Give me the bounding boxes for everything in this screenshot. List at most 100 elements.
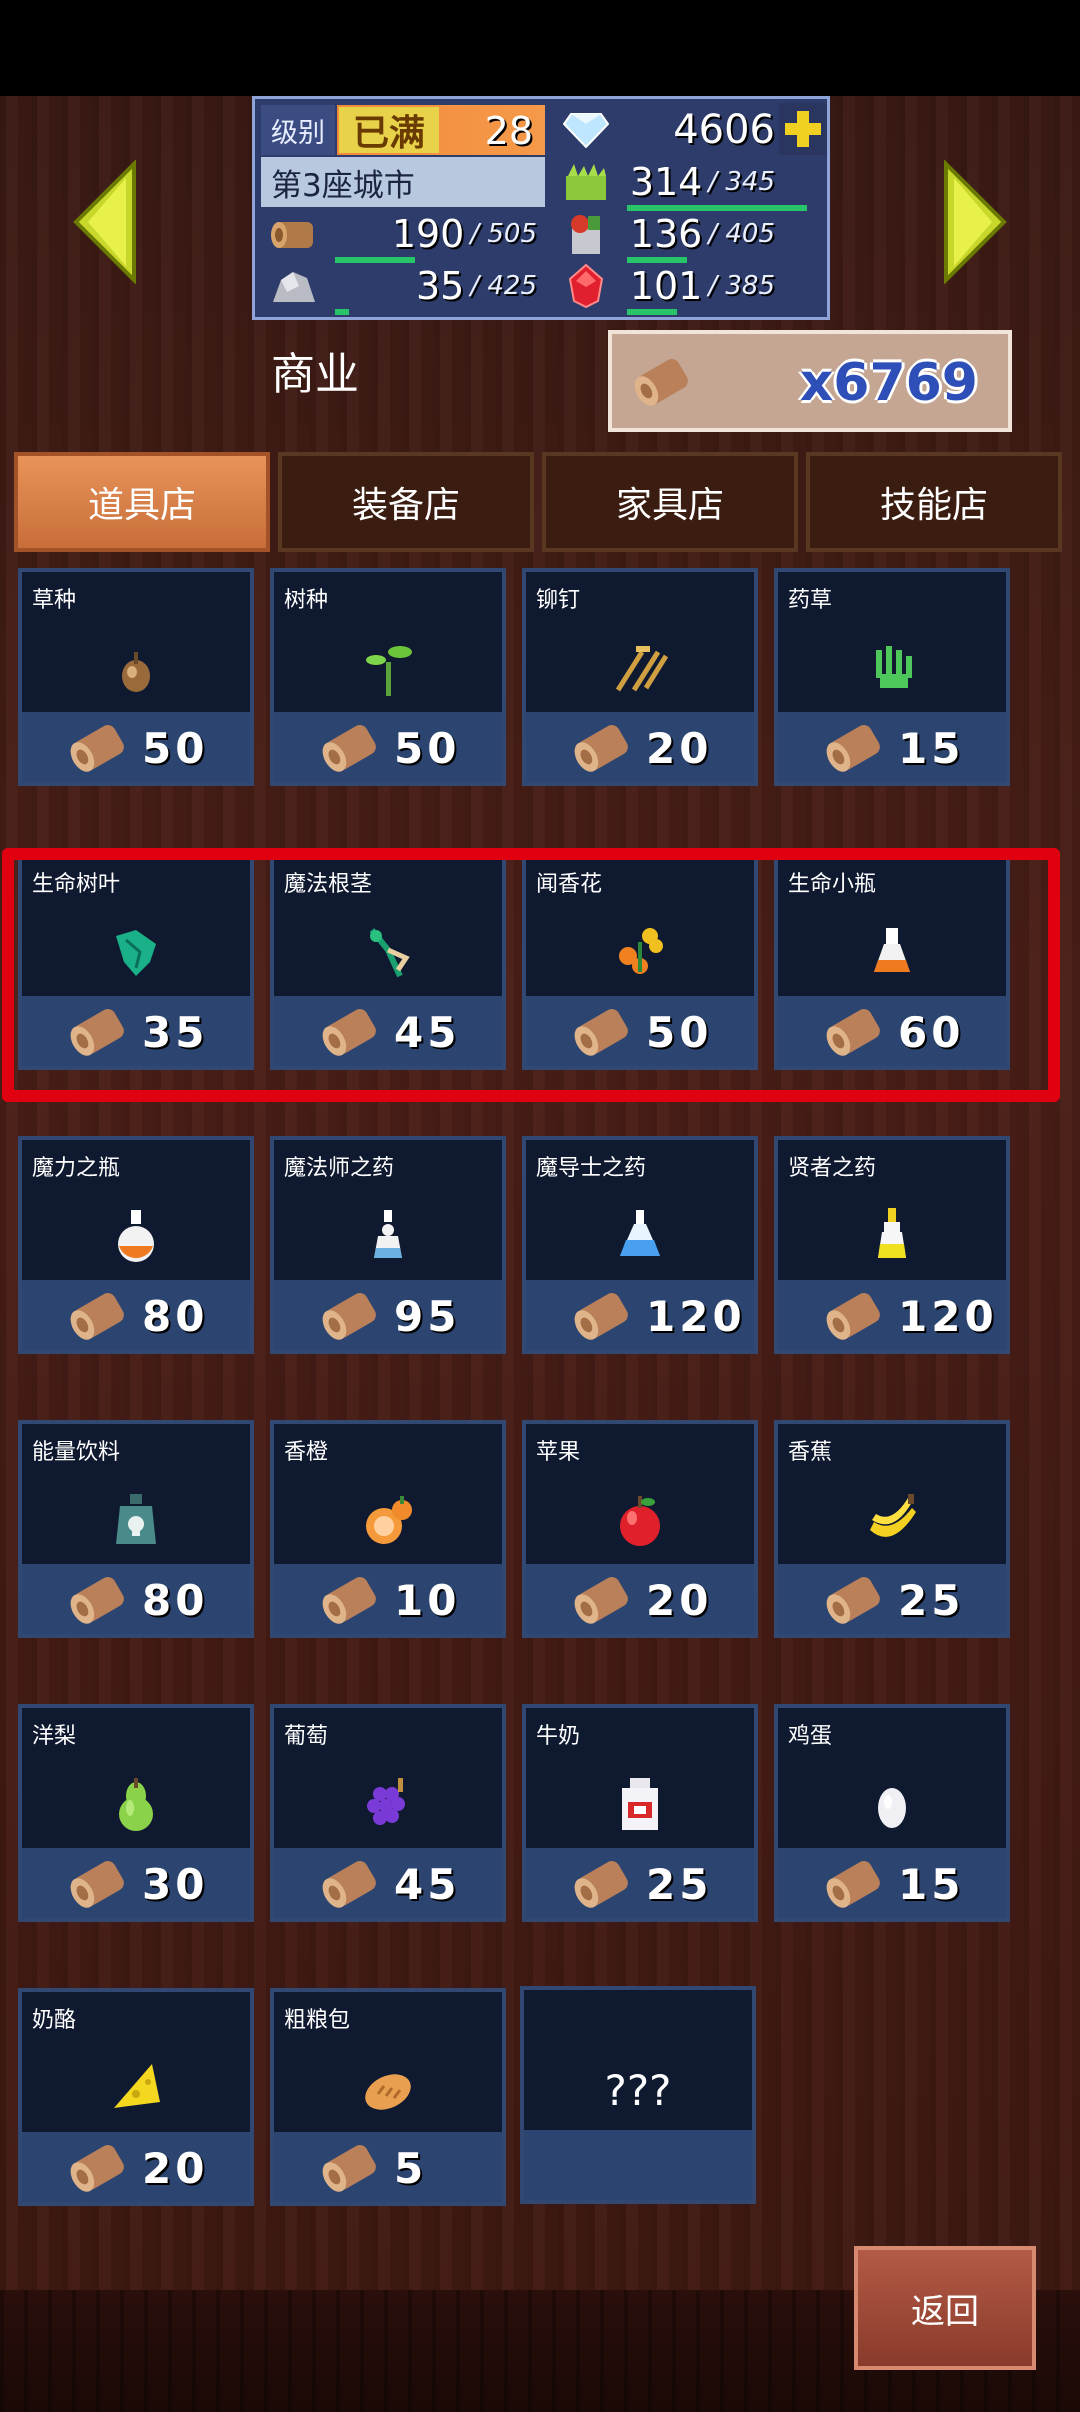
shop-item-card[interactable]: 香蕉 25 [774, 1420, 1010, 1638]
log-coin-icon [66, 2134, 130, 2202]
log-coin-icon [570, 998, 634, 1066]
log-coin-icon [318, 2134, 382, 2202]
item-name: 牛奶 [536, 1724, 581, 1749]
price-bar: 50 [274, 712, 502, 782]
shop-item-card[interactable]: 鸡蛋 15 [774, 1704, 1010, 1922]
shop-item-card[interactable]: 铆钉 20 [522, 568, 758, 786]
item-name: 魔导士之药 [536, 1156, 647, 1181]
sorcerer-potion-icon [604, 1200, 676, 1272]
item-name: 魔法根茎 [284, 872, 373, 897]
buy-gems-plus-icon[interactable] [779, 103, 827, 155]
item-price: 50 [142, 723, 209, 773]
shop-item-card[interactable]: 闻香花 50 [522, 852, 758, 1070]
log-coin-icon [822, 1282, 886, 1350]
shop-item-card[interactable]: 魔导士之药 120 [522, 1136, 758, 1354]
tab-furniture-shop[interactable]: 家具店 [542, 452, 798, 552]
log-coin-icon [318, 714, 382, 782]
item-price: 25 [898, 1575, 965, 1625]
item-price: 15 [898, 723, 965, 773]
price-bar: 30 [22, 1848, 250, 1918]
item-name: 奶酪 [32, 2008, 77, 2033]
item-price: 120 [898, 1291, 998, 1341]
price-bar: 20 [526, 712, 754, 782]
tab-equipment-shop[interactable]: 装备店 [278, 452, 534, 552]
item-name: 粗粮包 [284, 2008, 351, 2033]
shop-item-card[interactable]: 洋梨 30 [18, 1704, 254, 1922]
level-max-badge: 已满 [339, 107, 439, 154]
unknown-item-card[interactable]: ??? [520, 1986, 756, 2204]
herb-icon [856, 632, 928, 704]
shop-item-card[interactable]: 魔法根茎 45 [270, 852, 506, 1070]
gem-count: 4606 [673, 107, 775, 153]
prev-city-arrow-icon[interactable] [72, 159, 136, 285]
log-coin-icon [822, 714, 886, 782]
item-price: 45 [394, 1859, 461, 1909]
shop-item-card[interactable]: 草种 50 [18, 568, 254, 786]
shop-item-card[interactable]: 魔法师之药 95 [270, 1136, 506, 1354]
shop-item-card[interactable]: 生命小瓶 60 [774, 852, 1010, 1070]
shop-item-card[interactable]: 生命树叶 35 [18, 852, 254, 1070]
ruby-resource-icon [553, 261, 619, 311]
price-bar: 120 [526, 1280, 754, 1350]
pear-icon [100, 1768, 172, 1840]
life-potion-icon [856, 916, 928, 988]
price-bar: 15 [778, 712, 1006, 782]
diamond-icon [553, 105, 619, 155]
egg-icon [856, 1768, 928, 1840]
shop-item-card[interactable]: 苹果 20 [522, 1420, 758, 1638]
tab-skill-shop[interactable]: 技能店 [806, 452, 1062, 552]
shop-item-card[interactable]: 树种 50 [270, 568, 506, 786]
item-name: 葡萄 [284, 1724, 329, 1749]
item-price: 60 [898, 1007, 965, 1057]
price-bar: 45 [274, 996, 502, 1066]
price-bar: 45 [274, 1848, 502, 1918]
item-price: 20 [646, 1575, 713, 1625]
shop-title: 商业 [271, 349, 359, 400]
log-coin-icon [822, 1850, 886, 1918]
price-bar: 25 [526, 1848, 754, 1918]
shop-item-card[interactable]: 牛奶 25 [522, 1704, 758, 1922]
shop-item-card[interactable]: 能量饮料 80 [18, 1420, 254, 1638]
item-name: 草种 [32, 588, 77, 613]
item-price: 80 [142, 1291, 209, 1341]
log-coin-icon [570, 714, 634, 782]
item-name: 魔法师之药 [284, 1156, 395, 1181]
coin-balance: x6769 [799, 353, 978, 413]
item-price: 20 [646, 723, 713, 773]
item-name: 铆钉 [536, 588, 581, 613]
shop-item-card[interactable]: 药草 15 [774, 568, 1010, 786]
log-coin-icon [66, 998, 130, 1066]
shop-item-card[interactable]: 香橙 10 [270, 1420, 506, 1638]
item-price: 30 [142, 1859, 209, 1909]
item-name: 能量饮料 [32, 1440, 121, 1465]
item-price: 45 [394, 1007, 461, 1057]
item-price: 15 [898, 1859, 965, 1909]
tab-item-shop[interactable]: 道具店 [14, 452, 270, 552]
shop-item-card[interactable]: 奶酪 20 [18, 1988, 254, 2206]
price-bar: 20 [22, 2132, 250, 2202]
item-name: 香橙 [284, 1440, 329, 1465]
log-coin-icon [570, 1566, 634, 1634]
back-button[interactable]: 返回 [854, 2246, 1036, 2370]
shop-item-card[interactable]: 葡萄 45 [270, 1704, 506, 1922]
wood-resource-icon [261, 209, 327, 259]
log-coin-icon [318, 1850, 382, 1918]
shop-item-card[interactable]: 粗粮包 5 [270, 1988, 506, 2206]
price-bar: 20 [526, 1564, 754, 1634]
shop-item-card[interactable]: 贤者之药 120 [774, 1136, 1010, 1354]
item-name: 药草 [788, 588, 833, 613]
banana-icon [856, 1484, 928, 1556]
stone-resource-bar [335, 309, 349, 315]
log-coin-icon [570, 1850, 634, 1918]
next-city-arrow-icon[interactable] [944, 159, 1008, 285]
item-price: 35 [142, 1007, 209, 1057]
shop-item-card[interactable]: 魔力之瓶 80 [18, 1136, 254, 1354]
item-name: 生命树叶 [32, 872, 121, 897]
item-price: 50 [646, 1007, 713, 1057]
mana-bottle-icon [100, 1200, 172, 1272]
item-price: 120 [646, 1291, 746, 1341]
item-name: 闻香花 [536, 872, 603, 897]
item-name: 鸡蛋 [788, 1724, 833, 1749]
price-bar: 50 [22, 712, 250, 782]
item-price: 20 [142, 2143, 209, 2193]
